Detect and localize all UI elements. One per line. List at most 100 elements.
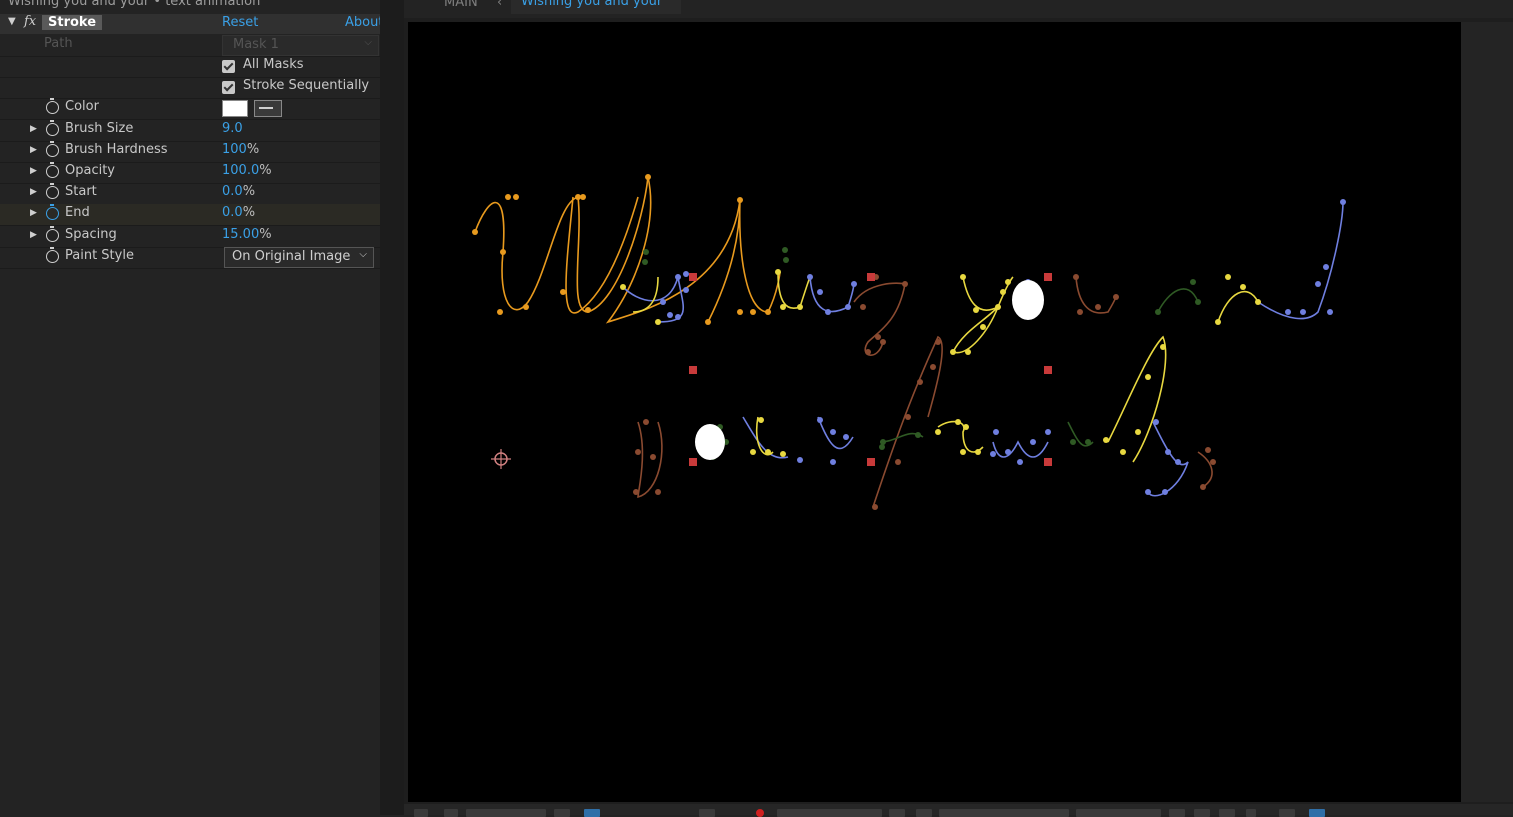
mask-vertex[interactable]	[1160, 344, 1166, 350]
mask-vertex[interactable]	[965, 349, 971, 355]
mask-vertex[interactable]	[1000, 289, 1006, 295]
layer-bounding-handle[interactable]	[689, 366, 697, 374]
mask-vertex[interactable]	[585, 307, 591, 313]
mask-path[interactable]	[1197, 451, 1213, 488]
stopwatch-icon[interactable]	[46, 183, 59, 199]
mask-vertex[interactable]	[843, 434, 849, 440]
mask-vertex[interactable]	[1195, 299, 1201, 305]
mask-vertex[interactable]	[765, 449, 771, 455]
mask-vertex[interactable]	[497, 309, 503, 315]
reset-link[interactable]: Reset	[222, 15, 258, 30]
mask-path[interactable]	[951, 306, 999, 354]
spacing-number[interactable]: 15.00	[222, 227, 259, 242]
mask-vertex[interactable]	[895, 459, 901, 465]
mask-vertex[interactable]	[1210, 459, 1216, 465]
stopwatch-icon[interactable]	[46, 162, 59, 178]
mask-vertex[interactable]	[1215, 319, 1221, 325]
fx-icon[interactable]: fx	[24, 14, 36, 29]
mask-vertex[interactable]	[1300, 309, 1306, 315]
mask-vertex[interactable]	[660, 299, 666, 305]
brush-hardness-number[interactable]: 100	[222, 142, 247, 157]
mask-vertex[interactable]	[1153, 419, 1159, 425]
mask-vertex[interactable]	[797, 457, 803, 463]
region-icon[interactable]	[889, 809, 905, 817]
mask-vertex[interactable]	[667, 312, 673, 318]
mask-path[interactable]	[1147, 421, 1189, 497]
zoom-select[interactable]	[466, 809, 546, 817]
mask-vertex[interactable]	[675, 314, 681, 320]
mask-vertex[interactable]	[807, 274, 813, 280]
mask-vertex[interactable]	[1070, 439, 1076, 445]
mask-vertex[interactable]	[620, 284, 626, 290]
end-value[interactable]: 0.0%	[222, 205, 255, 220]
spacing-value[interactable]: 15.00%	[222, 227, 272, 242]
mask-vertex[interactable]	[980, 324, 986, 330]
resolution-select[interactable]	[777, 809, 882, 817]
start-number[interactable]: 0.0	[222, 184, 243, 199]
mask-vertex[interactable]	[1135, 429, 1141, 435]
reset-exposure-icon[interactable]	[1279, 809, 1295, 817]
anchor-point-icon[interactable]	[491, 449, 511, 469]
mask-vertex[interactable]	[990, 451, 996, 457]
mask-path[interactable]	[1157, 288, 1199, 313]
mask-vertex[interactable]	[1120, 449, 1126, 455]
color-swatch[interactable]	[222, 100, 248, 117]
snapshot-icon[interactable]	[414, 809, 428, 817]
mask-path[interactable]	[1257, 201, 1344, 320]
mask-vertex[interactable]	[645, 174, 651, 180]
collapse-triangle-icon[interactable]: ▼	[8, 16, 16, 27]
mask-vertex[interactable]	[643, 249, 649, 255]
opacity-value[interactable]: 100.0%	[222, 163, 272, 178]
mask-vertex[interactable]	[1077, 309, 1083, 315]
mask-vertex[interactable]	[1145, 489, 1151, 495]
stroke-sequentially-checkbox[interactable]	[222, 81, 235, 94]
stopwatch-active-icon[interactable]	[46, 204, 59, 220]
tab-active-composition[interactable]: Wishing you and your	[511, 0, 681, 14]
flowchart-icon[interactable]	[1246, 809, 1256, 817]
mask-vertex[interactable]	[1205, 447, 1211, 453]
mask-vertex[interactable]	[675, 274, 681, 280]
composition-canvas[interactable]	[408, 22, 1461, 802]
mask-vertex[interactable]	[930, 364, 936, 370]
mask-vertex[interactable]	[955, 419, 961, 425]
all-masks-checkbox[interactable]	[222, 60, 235, 73]
mask-vertex[interactable]	[505, 194, 511, 200]
mask-vertex[interactable]	[655, 489, 661, 495]
mask-vertex[interactable]	[825, 309, 831, 315]
mask-vertex[interactable]	[880, 339, 886, 345]
exposure-icon[interactable]	[1309, 809, 1325, 817]
mask-vertex[interactable]	[1200, 484, 1206, 490]
panel-divider[interactable]	[380, 0, 404, 815]
mask-vertex[interactable]	[817, 289, 823, 295]
views-select[interactable]	[1076, 809, 1161, 817]
mask-vertex[interactable]	[993, 429, 999, 435]
layer-bounding-handle[interactable]	[1044, 273, 1052, 281]
mask-vertex[interactable]	[1255, 299, 1261, 305]
mask-vertex[interactable]	[817, 417, 823, 423]
mask-vertex[interactable]	[917, 379, 923, 385]
tab-main[interactable]: MAIN	[444, 0, 478, 10]
mask-vertex[interactable]	[560, 289, 566, 295]
mask-path[interactable]	[992, 440, 1049, 458]
mask-vertex[interactable]	[935, 339, 941, 345]
layer-bounding-handle[interactable]	[867, 458, 875, 466]
mask-vertex[interactable]	[902, 281, 908, 287]
mask-vertex[interactable]	[633, 489, 639, 495]
mask-vertex[interactable]	[783, 257, 789, 263]
mask-path[interactable]	[1217, 290, 1259, 323]
grid-icon[interactable]	[444, 809, 458, 817]
mask-vertex[interactable]	[995, 304, 1001, 310]
expand-triangle-icon[interactable]: ▶	[30, 145, 37, 155]
mask-vertex[interactable]	[642, 259, 648, 265]
mask-vertex[interactable]	[865, 349, 871, 355]
opacity-number[interactable]: 100.0	[222, 163, 259, 178]
pixel-icon[interactable]	[1194, 809, 1210, 817]
mask-vertex[interactable]	[765, 309, 771, 315]
mask-vertex[interactable]	[1145, 374, 1151, 380]
color-channel-icon[interactable]	[756, 809, 764, 817]
mask-vertex[interactable]	[780, 304, 786, 310]
layer-bounding-handle[interactable]	[689, 273, 697, 281]
mask-vertex[interactable]	[737, 197, 743, 203]
mask-vertex[interactable]	[935, 429, 941, 435]
mask-vertex[interactable]	[950, 349, 956, 355]
